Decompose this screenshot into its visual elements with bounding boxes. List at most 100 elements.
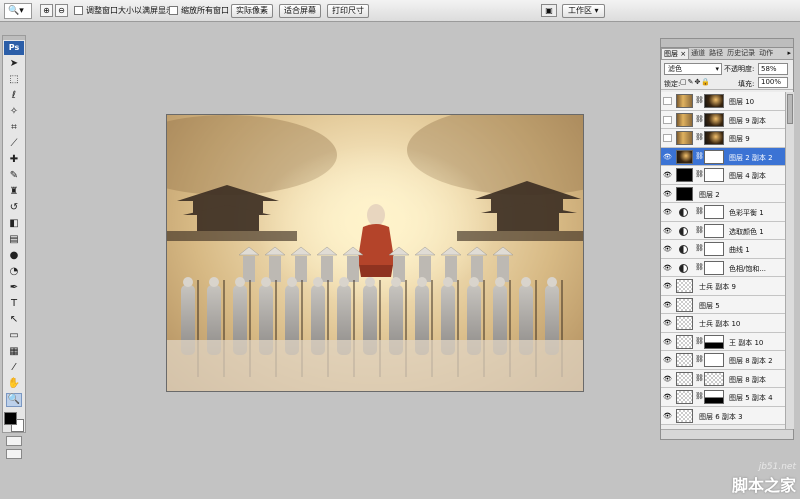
layer-row[interactable]: 👁 ⛓ 王 副本 10 [661,332,785,351]
eye-icon[interactable]: 👁 [663,393,672,401]
slice-icon[interactable]: ⟋ [6,137,22,151]
fill-field[interactable]: 100% [758,77,788,88]
link-icon[interactable]: ⛓ [695,96,704,104]
layer-mask-thumbnail[interactable] [704,205,724,219]
quick-mask-button[interactable] [6,436,22,446]
lock-pixels-icon[interactable]: ✎ [688,78,695,86]
foreground-color-swatch[interactable] [4,412,17,425]
layer-mask-thumbnail[interactable] [704,131,724,145]
link-icon[interactable]: ⛓ [695,392,704,400]
dodge-icon[interactable]: ◔ [6,265,22,279]
link-icon[interactable]: ⛓ [695,152,704,160]
link-icon[interactable]: ⛓ [695,244,704,252]
print-size-button[interactable]: 打印尺寸 [327,4,369,18]
eye-icon[interactable]: 👁 [663,245,672,253]
layer-thumbnail[interactable] [676,390,693,404]
layer-row[interactable]: 👁 ⛓ 图层 8 副本 2 [661,351,785,370]
photoshop-logo[interactable]: Ps [4,41,24,55]
layer-row[interactable]: 👁 图层 5 [661,295,785,314]
layer-row[interactable]: 👁 士兵 副本 9 [661,277,785,296]
resize-window-checkbox[interactable]: 调整窗口大小以满屏显示 [74,5,174,16]
gradient-icon[interactable]: ▤ [6,233,22,247]
layer-thumbnail[interactable] [676,316,693,330]
link-icon[interactable]: ⛓ [695,115,704,123]
scrollbar-thumb[interactable] [787,94,793,124]
magic-wand-icon[interactable]: ✧ [6,105,22,119]
type-icon[interactable]: T [6,297,22,311]
tool-preset-picker[interactable]: 🔍▾ [4,3,32,19]
layer-thumbnail[interactable] [676,408,693,423]
eraser-icon[interactable]: ◧ [6,217,22,231]
layer-mask-thumbnail[interactable] [704,242,724,256]
eye-icon[interactable]: 👁 [663,375,672,383]
healing-icon[interactable]: ✚ [6,153,22,167]
layer-row[interactable]: 👁 ⛓ 选取颜色 1 [661,221,785,240]
eye-icon[interactable]: 👁 [663,356,672,364]
screen-mode-button[interactable] [6,449,22,459]
layer-mask-thumbnail[interactable] [704,390,724,404]
file-browser-icon[interactable]: ▣ [541,4,557,17]
tab-actions[interactable]: 动作 [757,48,775,59]
layer-thumbnail[interactable] [676,353,693,367]
eye-icon[interactable]: 👁 [663,190,672,198]
actual-pixels-button[interactable]: 实际像素 [231,4,273,18]
layer-thumbnail[interactable] [676,112,693,127]
eye-icon[interactable] [663,115,672,124]
blend-mode-select[interactable]: 滤色 ▾ [664,63,722,75]
eye-icon[interactable]: 👁 [663,412,672,420]
layer-thumbnail[interactable] [676,149,693,164]
layer-mask-thumbnail[interactable] [704,353,724,367]
layer-row[interactable]: 👁 ⛓ 曲线 1 [661,240,785,259]
link-icon[interactable]: ⛓ [695,226,704,234]
link-icon[interactable]: ⛓ [695,374,704,382]
lock-all-icon[interactable]: 🔒 [701,78,711,86]
tab-history[interactable]: 历史记录 [725,48,757,59]
eye-icon[interactable]: 👁 [663,319,672,327]
layer-row[interactable]: 👁 ⛓ 图层 8 副本 [661,369,785,388]
link-icon[interactable]: ⛓ [695,263,704,271]
layer-row[interactable]: ⛓ 图层 9 [661,129,785,148]
layer-thumbnail[interactable] [676,186,693,201]
eye-icon[interactable]: 👁 [663,153,672,161]
eye-icon[interactable]: 👁 [663,282,672,290]
layer-row[interactable]: 👁 士兵 副本 10 [661,314,785,333]
shape-icon[interactable]: ▭ [6,329,22,343]
layer-row[interactable]: 👁 ⛓ 图层 2 副本 2 [661,147,785,166]
crop-icon[interactable]: ⌗ [6,121,22,135]
tab-paths[interactable]: 路径 [707,48,725,59]
layer-mask-thumbnail[interactable] [704,371,724,386]
move-icon[interactable]: ➤ [6,57,22,71]
tab-layers[interactable]: 图层 × [661,48,690,59]
opacity-field[interactable]: 58% [758,63,788,75]
hand-icon[interactable]: ✋ [6,377,22,391]
toolbox-grip[interactable] [3,36,25,40]
link-icon[interactable]: ⛓ [695,133,704,141]
eye-icon[interactable]: 👁 [663,264,672,272]
blur-icon[interactable]: ● [6,249,22,263]
layer-thumbnail[interactable] [676,371,693,386]
layer-mask-thumbnail[interactable] [704,94,724,108]
tab-channels[interactable]: 通道 [689,48,707,59]
layer-thumbnail[interactable] [676,279,693,293]
eye-icon[interactable]: 👁 [663,208,672,216]
layer-row[interactable]: ⛓ 图层 10 [661,92,785,111]
layer-row[interactable]: 👁 ⛓ 图层 5 副本 4 [661,388,785,407]
document-canvas[interactable] [166,114,584,392]
brush-icon[interactable]: ✎ [6,169,22,183]
lasso-icon[interactable]: ℓ [6,89,22,103]
link-icon[interactable]: ⛓ [695,170,704,178]
history-brush-icon[interactable]: ↺ [6,201,22,215]
stamp-icon[interactable]: ♜ [6,185,22,199]
layer-mask-thumbnail[interactable] [704,223,724,238]
layer-thumbnail[interactable] [676,334,693,349]
path-select-icon[interactable]: ↖ [6,313,22,327]
eye-icon[interactable]: 👁 [663,171,672,179]
zoom-all-checkbox[interactable]: 缩放所有窗口 [169,5,229,16]
fit-screen-button[interactable]: 适合屏幕 [279,4,321,18]
eye-icon[interactable]: 👁 [663,227,672,235]
eye-icon[interactable] [663,97,672,105]
layer-row[interactable]: 👁 图层 2 [661,184,785,203]
panel-menu-icon[interactable]: ▸ [787,48,791,59]
layers-scrollbar[interactable] [785,92,794,429]
layer-mask-thumbnail[interactable] [704,260,724,275]
